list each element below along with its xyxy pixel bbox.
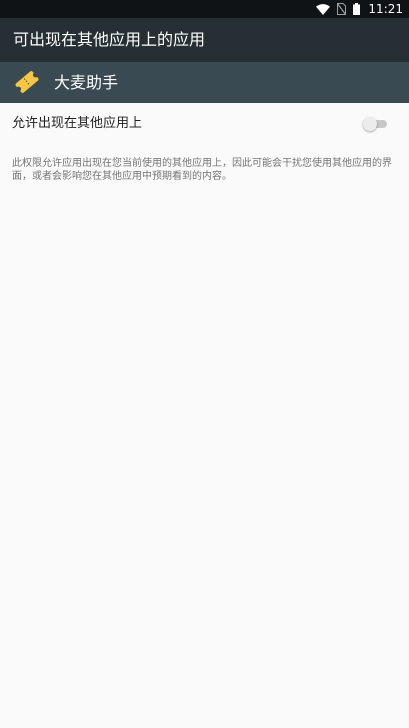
app-name: 大麦助手 bbox=[54, 73, 119, 92]
wifi-icon bbox=[316, 3, 331, 15]
status-icons: 11:21 bbox=[316, 0, 403, 18]
toggle-thumb bbox=[363, 117, 377, 131]
ticket-icon bbox=[12, 67, 42, 97]
app-header: 大麦助手 bbox=[0, 62, 409, 103]
app-bar: 可出现在其他应用上的应用 bbox=[0, 18, 409, 62]
allow-overlay-toggle[interactable] bbox=[363, 117, 387, 131]
status-bar: 11:21 bbox=[0, 0, 409, 18]
allow-overlay-setting-row[interactable]: 允许出现在其他应用上 bbox=[0, 103, 409, 145]
no-sim-icon bbox=[337, 3, 347, 15]
permission-description: 此权限允许应用出现在您当前使用的其他应用上，因此可能会干扰您使用其他应用的界面，… bbox=[12, 158, 392, 182]
status-time: 11:21 bbox=[368, 2, 403, 16]
battery-icon bbox=[353, 3, 361, 15]
allow-overlay-label: 允许出现在其他应用上 bbox=[12, 116, 143, 131]
page-title: 可出现在其他应用上的应用 bbox=[13, 30, 206, 49]
